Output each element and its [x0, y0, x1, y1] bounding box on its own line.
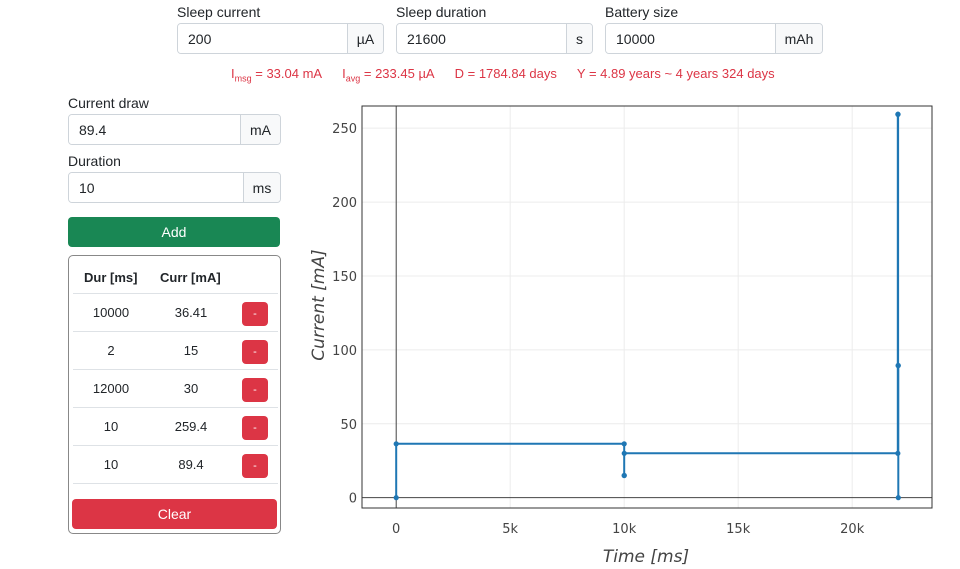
row-duration: 10	[103, 419, 119, 434]
data-point	[393, 495, 399, 501]
row-current: 36.41	[174, 305, 208, 320]
remove-row-button[interactable]: -	[242, 454, 268, 478]
battery-size-input[interactable]	[606, 24, 775, 53]
battery-size-label: Battery size	[605, 4, 679, 20]
row-current: 30	[183, 381, 199, 396]
clear-button[interactable]: Clear	[72, 499, 277, 529]
remove-row-button[interactable]: -	[242, 302, 268, 326]
table-row: 10 89.4 -	[73, 446, 278, 484]
data-point	[895, 111, 901, 117]
imsg-stat: Imsg = 33.04 mA	[231, 66, 323, 84]
x-tick-label: 5k	[502, 522, 518, 537]
sleep-duration-unit: s	[566, 24, 592, 53]
sleep-current-field: Sleep current µA	[177, 2, 384, 54]
x-tick-label: 20k	[840, 522, 865, 537]
battery-size-field: Battery size mAh	[605, 2, 823, 54]
table-row: 2 15 -	[73, 332, 278, 370]
sleep-duration-input[interactable]	[397, 24, 566, 53]
row-duration: 10	[103, 457, 119, 472]
data-point	[621, 450, 627, 456]
add-button[interactable]: Add	[68, 217, 280, 247]
current-draw-field: Current draw mA	[68, 93, 281, 145]
data-point	[621, 441, 627, 447]
table-row: 10000 36.41 -	[73, 294, 278, 332]
plot-frame	[361, 105, 933, 509]
current-draw-unit: mA	[240, 115, 280, 144]
days-stat: D = 1784.84 days	[454, 66, 557, 81]
y-tick-label: 0	[349, 492, 357, 507]
duration-label: Duration	[68, 153, 121, 169]
header-current: Curr [mA]	[160, 270, 221, 285]
x-tick-label: 0	[392, 522, 400, 537]
data-point	[895, 450, 901, 456]
sleep-current-unit: µA	[347, 24, 383, 53]
segments-table: Dur [ms] Curr [mA] 10000 36.41 - 2 15 - …	[68, 255, 281, 534]
y-axis-title: Current [mA]	[309, 249, 329, 360]
row-current: 259.4	[174, 419, 208, 434]
x-tick-label: 10k	[612, 522, 637, 537]
x-tick-label: 15k	[726, 522, 751, 537]
table-row: 12000 30 -	[73, 370, 278, 408]
data-point	[895, 495, 901, 501]
data-point	[895, 362, 901, 369]
data-point	[621, 472, 627, 479]
duration-input[interactable]	[69, 173, 243, 202]
plot-area: 0 5k 10k 15k 20k 0 50 100 150 200 250	[332, 105, 933, 537]
sleep-current-label: Sleep current	[177, 4, 261, 20]
duration-unit: ms	[243, 173, 280, 202]
table-header: Dur [ms] Curr [mA]	[73, 256, 278, 294]
remove-row-button[interactable]: -	[242, 416, 268, 440]
y-tick-label: 100	[332, 344, 357, 359]
current-profile-chart: 0 5k 10k 15k 20k 0 50 100 150 200 250 Current [mA]…	[309, 105, 933, 567]
sleep-duration-field: Sleep duration s	[396, 2, 593, 54]
sleep-duration-label: Sleep duration	[396, 4, 487, 20]
battery-size-unit: mAh	[775, 24, 822, 53]
duration-field: Duration ms	[68, 151, 281, 203]
y-tick-label: 150	[332, 270, 357, 285]
remove-row-button[interactable]: -	[242, 340, 268, 364]
row-current: 89.4	[178, 457, 204, 472]
row-duration: 12000	[92, 381, 130, 396]
sleep-current-input[interactable]	[178, 24, 347, 53]
row-duration: 10000	[92, 305, 130, 320]
row-duration: 2	[107, 343, 115, 358]
series-line	[395, 113, 900, 498]
iavg-stat: Iavg = 233.45 µA	[342, 66, 435, 84]
data-point	[393, 441, 399, 447]
results-line: Imsg = 33.04 mA Iavg = 233.45 µA D = 178…	[231, 66, 775, 84]
years-stat: Y = 4.89 years ~ 4 years 324 days	[576, 66, 775, 81]
y-tick-label: 50	[340, 418, 357, 433]
row-current: 15	[183, 343, 199, 358]
x-axis-title: Time [ms]	[603, 547, 689, 567]
remove-row-button[interactable]: -	[242, 378, 268, 402]
table-row: 10 259.4 -	[73, 408, 278, 446]
current-draw-input[interactable]	[69, 115, 240, 144]
current-draw-label: Current draw	[68, 95, 149, 111]
header-duration: Dur [ms]	[84, 270, 138, 285]
y-tick-label: 200	[332, 196, 357, 211]
y-tick-label: 250	[332, 122, 357, 137]
